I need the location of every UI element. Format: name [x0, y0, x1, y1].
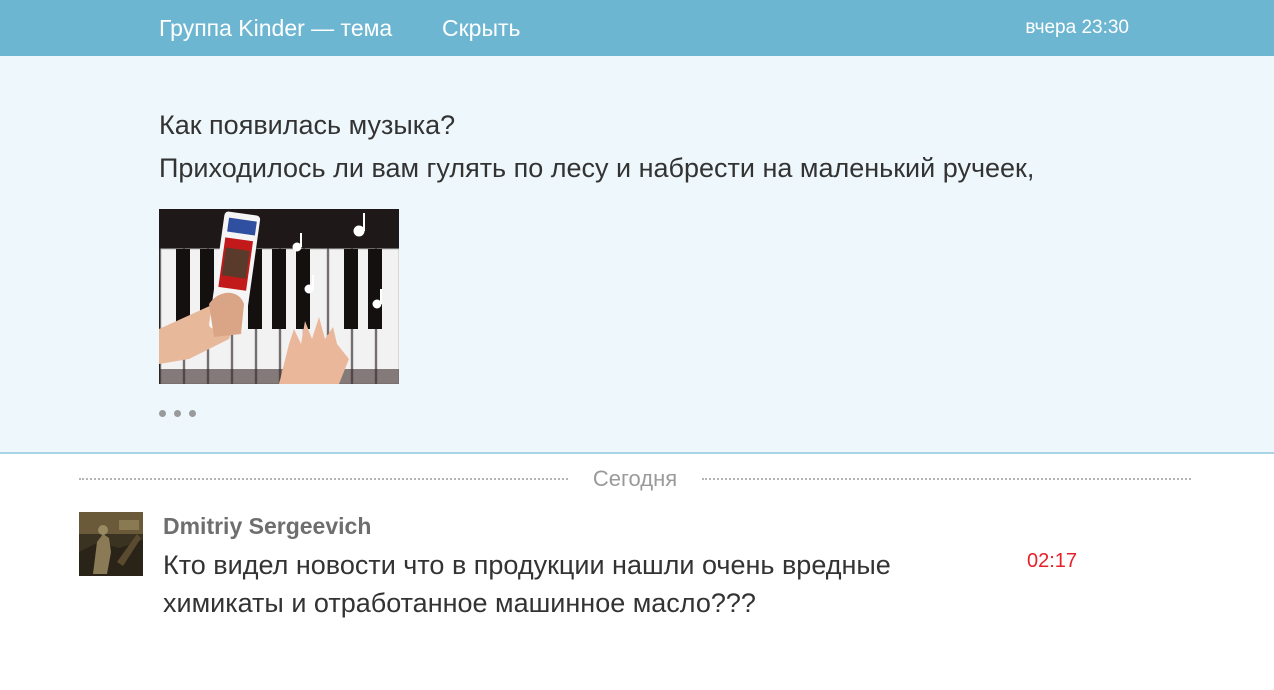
comment-text: Кто видел новости что в продукции нашли …	[163, 550, 891, 618]
topic-panel: Как появилась музыка? Приходилось ли вам…	[0, 56, 1274, 454]
piano-photo	[159, 209, 399, 384]
avatar[interactable]	[79, 512, 143, 576]
comment-author[interactable]: Dmitriy Sergeevich	[163, 512, 371, 540]
topic-text-line-2: Приходилось ли вам гулять по лесу и набр…	[159, 153, 1035, 183]
top-bar: Группа Kinder — тема Скрыть вчера 23:30	[0, 0, 1274, 56]
date-divider: Сегодня	[79, 464, 1191, 494]
avatar-image	[79, 512, 143, 576]
topic-time: вчера 23:30	[1025, 17, 1129, 38]
divider-line-left	[79, 478, 568, 480]
hide-button[interactable]: Скрыть	[442, 14, 521, 42]
topic-text-line-1: Как появилась музыка?	[159, 110, 456, 140]
topic-group-title[interactable]: Группа Kinder — тема	[159, 14, 392, 42]
topic-image-thumbnail[interactable]	[159, 209, 399, 384]
date-divider-label: Сегодня	[592, 466, 678, 491]
ellipsis-icon[interactable]	[159, 404, 199, 420]
divider-line-right	[702, 478, 1191, 480]
comment-time: 02:17	[1027, 550, 1078, 572]
